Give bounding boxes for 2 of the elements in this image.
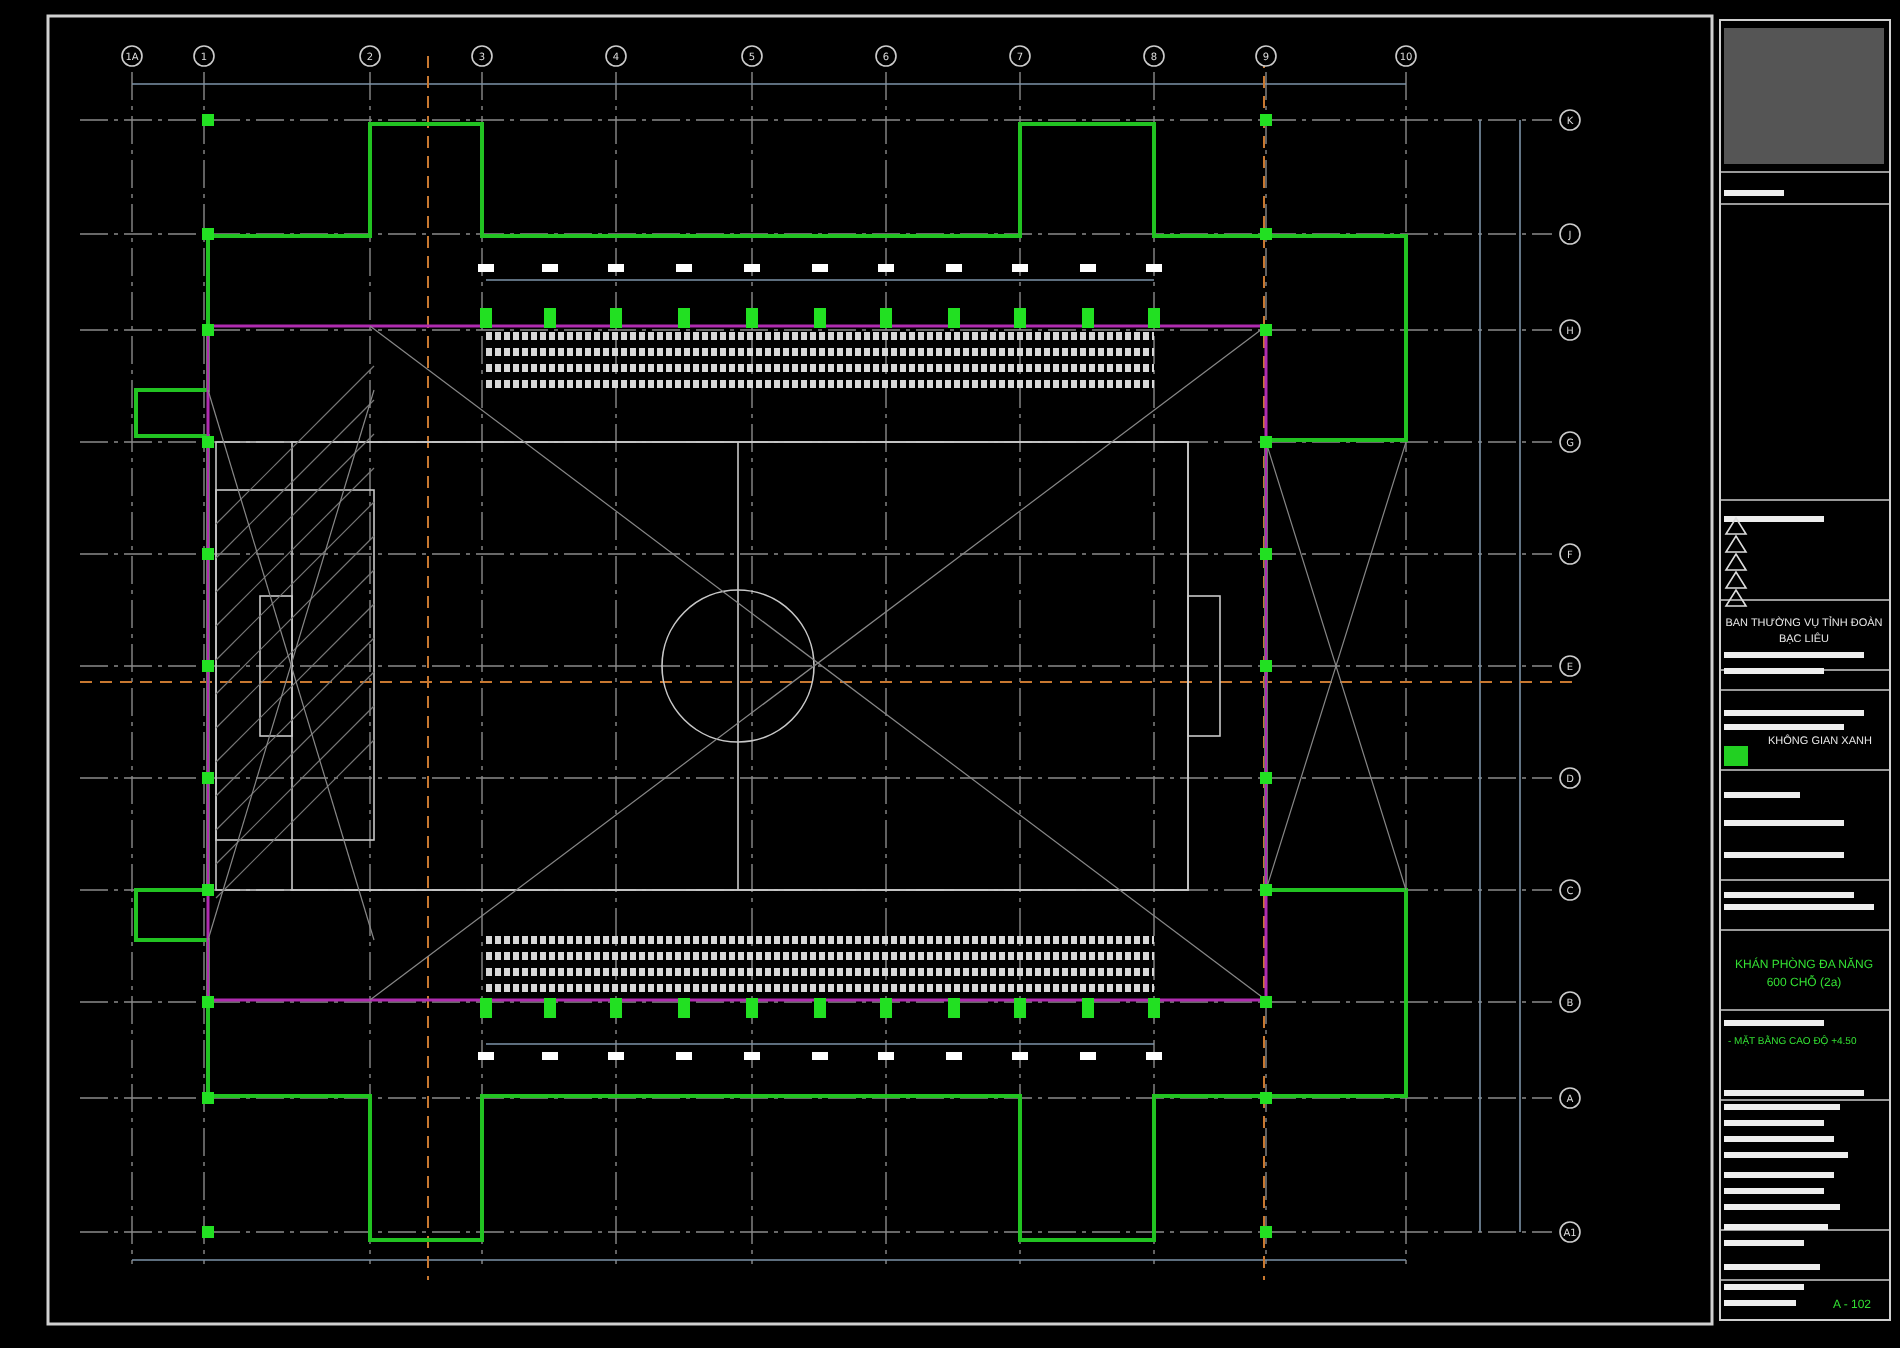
warning-triangle-icon — [1724, 516, 1748, 607]
company-logo-icon — [1724, 746, 1748, 766]
